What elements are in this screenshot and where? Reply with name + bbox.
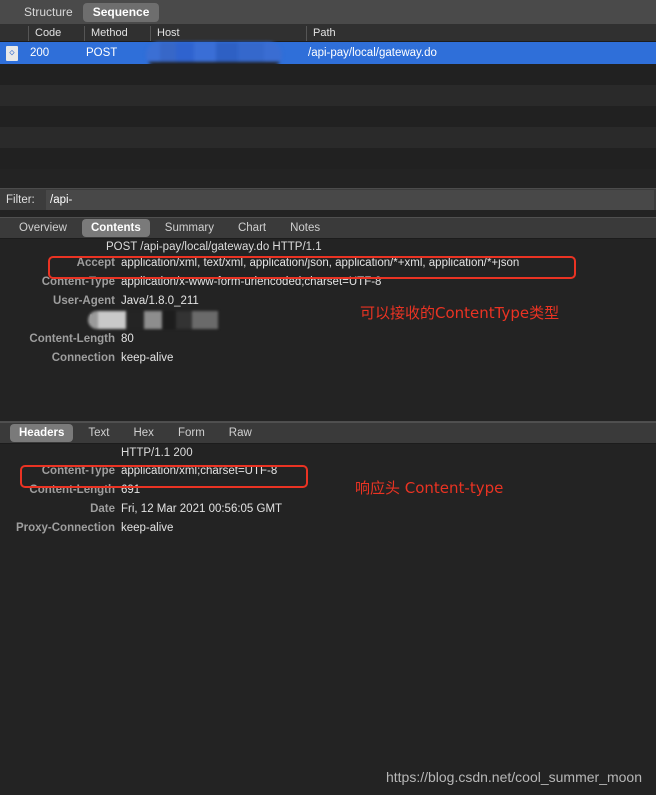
annotation-response-contenttype: 响应头 Content-type	[355, 479, 504, 497]
header-row-accept: Accept application/xml, text/xml, applic…	[0, 254, 656, 273]
empty-rows-area	[0, 64, 656, 169]
cell-code: 200	[30, 47, 50, 59]
column-header-host[interactable]: Host	[150, 26, 306, 41]
header-value: 80	[121, 333, 134, 345]
request-tab-bar: Overview Contents Summary Chart Notes	[0, 217, 656, 239]
response-header-row-content-length: Content-Length 691	[0, 481, 656, 500]
watermark-url: https://blog.csdn.net/cool_summer_moon	[385, 769, 642, 785]
request-line: POST /api-pay/local/gateway.do HTTP/1.1	[106, 241, 322, 253]
charles-proxy-window: Structure Sequence Code Method Host Path…	[0, 0, 656, 795]
table-row[interactable]: ◇ 200 POST /api-pay/local/gateway.do	[0, 42, 656, 64]
header-value: 691	[121, 484, 141, 496]
cell-path: /api-pay/local/gateway.do	[308, 47, 437, 59]
header-name: User-Agent	[53, 295, 115, 307]
tab-notes[interactable]: Notes	[281, 219, 329, 237]
column-header-method[interactable]: Method	[84, 26, 150, 41]
header-value: keep-alive	[121, 522, 174, 534]
tab-hex[interactable]: Hex	[124, 424, 162, 442]
response-headers-pane: HTTP/1.1 200 Content-Type application/xm…	[0, 445, 656, 775]
annotation-accept-contenttype: 可以接收的ContentType类型	[360, 304, 560, 322]
header-row-connection: Connection keep-alive	[0, 349, 656, 368]
header-name: Content-Type	[41, 276, 115, 288]
filter-input[interactable]	[46, 190, 654, 210]
view-mode-toolbar: Structure Sequence	[0, 0, 656, 24]
empty-row	[0, 148, 656, 169]
response-tab-bar: Headers Text Hex Form Raw	[0, 422, 656, 444]
response-header-row-proxy-connection: Proxy-Connection keep-alive	[0, 519, 656, 538]
request-table-header: Code Method Host Path	[0, 24, 656, 42]
header-name: Proxy-Connection	[15, 522, 115, 534]
header-name: Connection	[51, 352, 115, 364]
header-row-content-type: Content-Type application/x-www-form-urle…	[0, 273, 656, 292]
header-name: Content-Length	[29, 333, 115, 345]
request-headers-pane: POST /api-pay/local/gateway.do HTTP/1.1 …	[0, 240, 656, 422]
filter-bar: Filter:	[0, 188, 656, 210]
structure-tab[interactable]: Structure	[14, 3, 83, 22]
tab-overview[interactable]: Overview	[10, 219, 76, 237]
empty-row	[0, 127, 656, 148]
empty-row	[0, 64, 656, 85]
header-value: keep-alive	[121, 352, 174, 364]
header-value: application/x-www-form-urlencoded;charse…	[121, 276, 382, 288]
status-line: HTTP/1.1 200	[121, 447, 193, 459]
response-header-row-date: Date Fri, 12 Mar 2021 00:56:05 GMT	[0, 500, 656, 519]
cell-method: POST	[86, 47, 118, 59]
header-value: Fri, 12 Mar 2021 00:56:05 GMT	[121, 503, 283, 515]
header-name: Content-Type	[41, 465, 115, 477]
header-name: Content-Length	[29, 484, 115, 496]
header-value: application/xml, text/xml, application/j…	[121, 257, 520, 269]
tab-chart[interactable]: Chart	[229, 219, 275, 237]
tab-text[interactable]: Text	[79, 424, 118, 442]
document-icon: ◇	[6, 46, 18, 61]
response-header-row-content-type: Content-Type application/xml;charset=UTF…	[0, 462, 656, 481]
tab-headers[interactable]: Headers	[10, 424, 74, 442]
tab-form[interactable]: Form	[169, 424, 214, 442]
sequence-tab[interactable]: Sequence	[82, 2, 160, 22]
column-header-path[interactable]: Path	[306, 26, 646, 41]
tab-contents[interactable]: Contents	[81, 219, 150, 237]
header-name: Date	[90, 503, 115, 515]
header-name: Accept	[76, 257, 115, 269]
tab-raw[interactable]: Raw	[220, 424, 261, 442]
column-header-code[interactable]: Code	[28, 26, 84, 41]
empty-row	[0, 85, 656, 106]
filter-label: Filter:	[6, 194, 35, 206]
header-value: application/xml;charset=UTF-8	[121, 465, 278, 477]
header-value: Java/1.8.0_211	[121, 295, 199, 307]
empty-row	[0, 106, 656, 127]
header-value-redacted	[88, 311, 218, 329]
tab-summary[interactable]: Summary	[156, 219, 223, 237]
header-row-content-length: Content-Length 80	[0, 330, 656, 349]
